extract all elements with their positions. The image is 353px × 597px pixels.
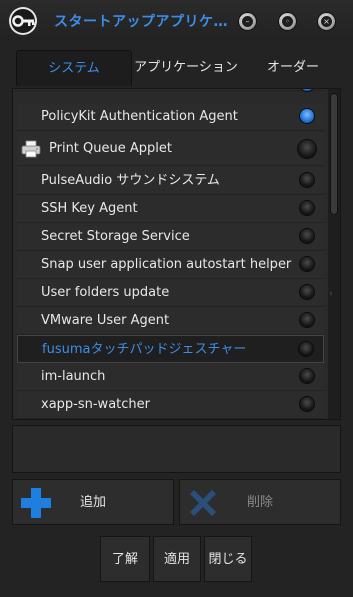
startup-list-items: PolicyKit Authentication Agent Print Que… <box>13 89 326 419</box>
list-item[interactable]: Snap user application autostart helper <box>17 251 324 279</box>
delete-button[interactable]: 削除 <box>179 479 341 525</box>
list-item-label: fusumaタッチパッドジェスチャー <box>42 342 247 357</box>
list-item[interactable]: xapp-sn-watcher <box>17 391 324 419</box>
close-dialog-button[interactable]: 閉じる <box>204 536 252 582</box>
add-button[interactable]: 追加 <box>12 479 174 525</box>
enable-toggle[interactable] <box>300 229 314 243</box>
list-item-partial <box>17 89 324 91</box>
add-button-label: 追加 <box>79 495 106 510</box>
enable-toggle[interactable] <box>300 313 314 327</box>
chevron-right-icon: › <box>329 289 333 299</box>
list-item[interactable]: PolicyKit Authentication Agent <box>17 103 324 131</box>
minimize-button[interactable]: – <box>239 13 256 30</box>
list-item-selected[interactable]: fusumaタッチパッドジェスチャー <box>17 335 324 363</box>
title-bar: スタートアップアプリケ… – ◦ × <box>0 0 353 40</box>
key-icon <box>9 7 37 35</box>
list-item-label: xapp-sn-watcher <box>41 397 150 412</box>
list-scrollbar[interactable]: › <box>328 89 340 419</box>
close-icon: × <box>321 16 332 27</box>
list-item-label: User folders update <box>41 285 170 300</box>
tab-bar: システム アプリケーション オーダー <box>8 46 345 88</box>
list-item-label: Secret Storage Service <box>41 229 190 244</box>
tab-applications[interactable]: アプリケーション <box>126 50 246 86</box>
list-item[interactable]: im-launch <box>17 363 324 391</box>
ok-button[interactable]: 了解 <box>100 536 150 582</box>
list-item-label: PulseAudio サウンドシステム <box>41 173 220 188</box>
tab-system[interactable]: システム <box>16 50 132 86</box>
close-button[interactable]: × <box>318 13 335 30</box>
list-item[interactable]: Print Queue Applet <box>17 132 324 166</box>
list-item[interactable]: User folders update <box>17 279 324 307</box>
list-item[interactable]: Secret Storage Service <box>17 223 324 251</box>
scroll-thumb[interactable] <box>330 93 338 215</box>
description-box <box>12 425 341 473</box>
enable-toggle[interactable] <box>300 201 314 215</box>
list-item-label: PolicyKit Authentication Agent <box>41 109 238 124</box>
enable-toggle[interactable] <box>300 397 314 411</box>
list-item[interactable]: PulseAudio サウンドシステム <box>17 167 324 195</box>
enable-toggle[interactable] <box>300 109 314 123</box>
startup-list[interactable]: PolicyKit Authentication Agent Print Que… <box>12 88 341 420</box>
enable-toggle[interactable] <box>300 285 314 299</box>
enable-toggle[interactable] <box>300 257 314 271</box>
printer-icon <box>21 140 41 158</box>
tab-order[interactable]: オーダー <box>248 50 338 86</box>
list-item-label: Snap user application autostart helper <box>41 257 292 272</box>
minimize-icon: – <box>242 16 253 27</box>
enable-toggle[interactable] <box>299 342 313 356</box>
list-item[interactable]: VMware User Agent <box>17 307 324 335</box>
list-item[interactable]: SSH Key Agent <box>17 195 324 223</box>
list-item-label: VMware User Agent <box>41 313 170 328</box>
maximize-button[interactable]: ◦ <box>279 13 296 30</box>
enable-toggle[interactable] <box>300 369 314 383</box>
enable-toggle[interactable] <box>298 140 316 158</box>
delete-button-label: 削除 <box>246 495 273 510</box>
window-title: スタートアップアプリケ… <box>54 14 228 30</box>
enable-toggle[interactable] <box>300 89 314 91</box>
apply-button[interactable]: 適用 <box>153 536 201 582</box>
enable-toggle[interactable] <box>300 173 314 187</box>
maximize-icon: ◦ <box>282 16 293 27</box>
list-item-label: Print Queue Applet <box>49 141 172 156</box>
list-item-label: SSH Key Agent <box>41 201 138 216</box>
list-item-label: im-launch <box>41 369 106 384</box>
